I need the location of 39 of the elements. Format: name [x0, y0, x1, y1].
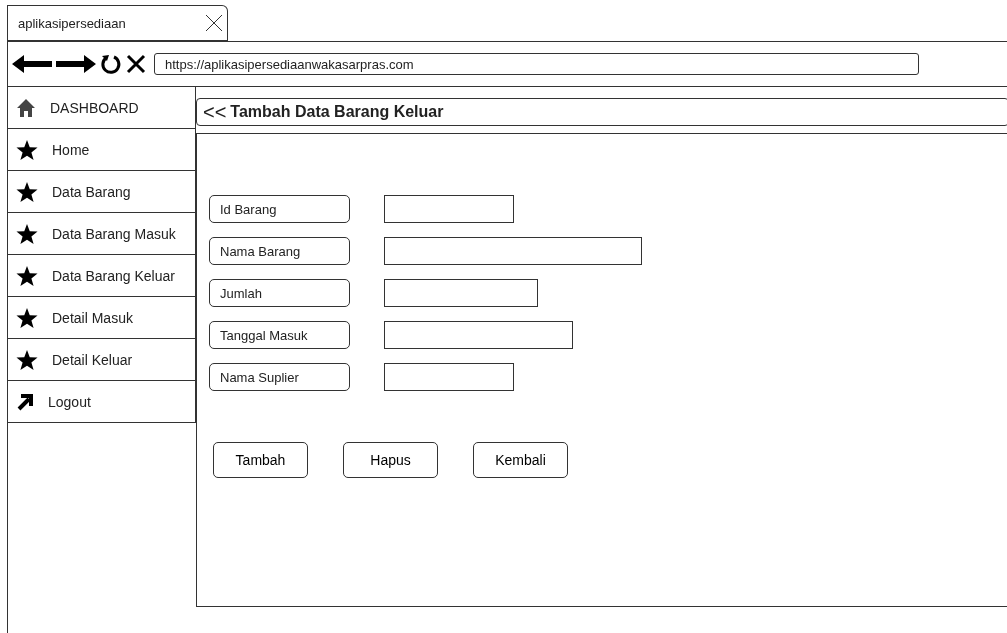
sidebar-item[interactable]: DASHBOARD — [8, 87, 196, 129]
close-icon[interactable] — [126, 54, 146, 74]
field-label: Id Barang — [209, 195, 350, 223]
field-label: Nama Suplier — [209, 363, 350, 391]
browser-tab[interactable]: aplikasipersediaan — [8, 5, 228, 41]
address-bar[interactable]: https://aplikasipersediaanwakasarpras.com — [154, 53, 919, 75]
arrow-icon — [16, 392, 34, 411]
sidebar-item[interactable]: Logout — [8, 381, 196, 423]
form-button[interactable]: Tambah — [213, 442, 308, 478]
input-field[interactable] — [384, 321, 573, 349]
input-field[interactable] — [384, 195, 514, 223]
back-link[interactable]: << — [203, 100, 227, 124]
star-icon — [16, 264, 38, 287]
form-button[interactable]: Hapus — [343, 442, 438, 478]
sidebar-item[interactable]: Data Barang Keluar — [8, 255, 196, 297]
page-title: Tambah Data Barang Keluar — [230, 103, 444, 121]
reload-icon[interactable] — [100, 53, 122, 75]
field-label: Tanggal Masuk — [209, 321, 350, 349]
star-icon — [16, 306, 38, 329]
home-icon — [16, 97, 36, 118]
back-arrow-icon[interactable] — [12, 54, 52, 74]
forward-arrow-icon[interactable] — [56, 54, 96, 74]
sidebar-item[interactable]: Home — [8, 129, 196, 171]
star-icon — [16, 138, 38, 161]
field-label: Nama Barang — [209, 237, 350, 265]
input-field[interactable] — [384, 363, 514, 391]
star-icon — [16, 222, 38, 245]
star-icon — [16, 348, 38, 371]
sidebar-item[interactable]: Data Barang Masuk — [8, 213, 196, 255]
input-field[interactable] — [384, 237, 642, 265]
form-button[interactable]: Kembali — [473, 442, 568, 478]
field-label: Jumlah — [209, 279, 350, 307]
sidebar-item[interactable]: Detail Masuk — [8, 297, 196, 339]
star-icon — [16, 180, 38, 203]
sidebar-item[interactable]: Detail Keluar — [8, 339, 196, 381]
close-icon[interactable] — [205, 14, 223, 32]
input-field[interactable] — [384, 279, 538, 307]
tab-title: aplikasipersediaan — [18, 15, 126, 31]
sidebar-item[interactable]: Data Barang — [8, 171, 196, 213]
